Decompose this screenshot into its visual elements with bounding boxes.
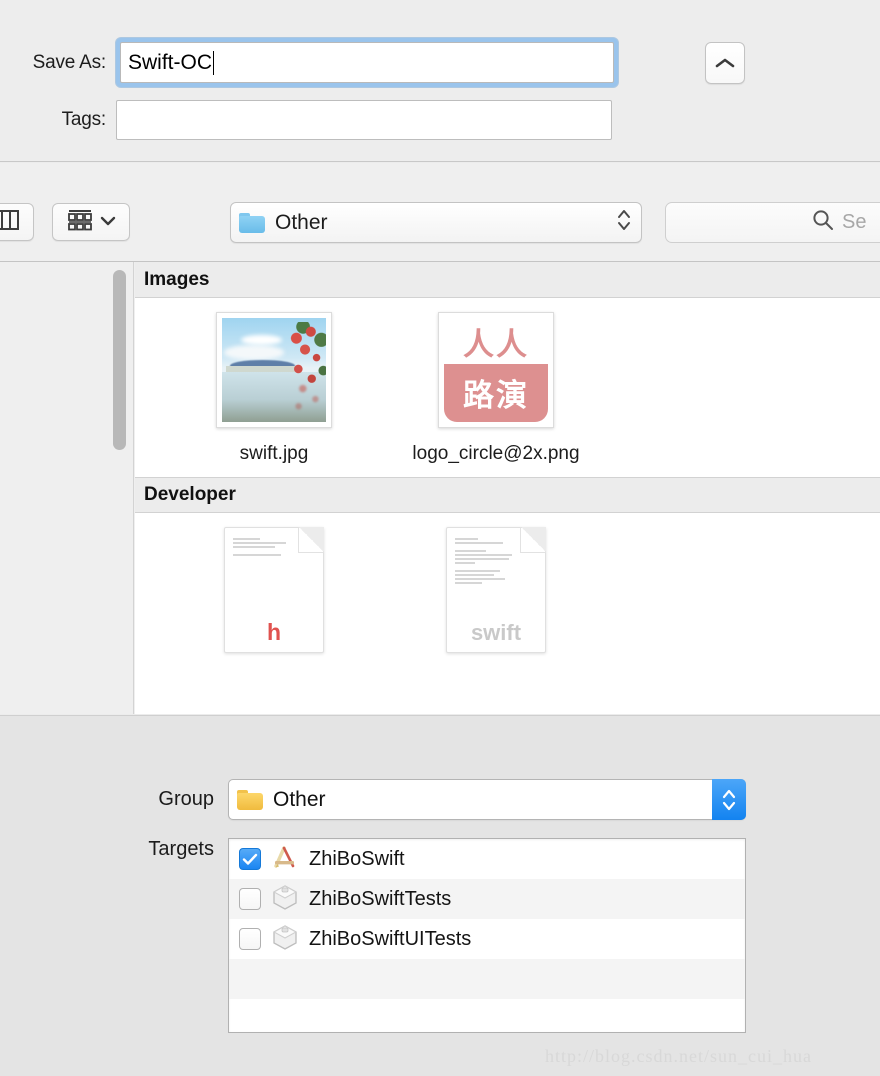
- xcode-app-icon: [271, 844, 299, 875]
- save-as-label: Save As:: [32, 51, 107, 73]
- folder-icon-yellow: [237, 789, 263, 810]
- target-checkbox[interactable]: [239, 848, 261, 870]
- target-name: ZhiBoSwift: [309, 847, 405, 870]
- tags-input[interactable]: [116, 100, 612, 140]
- location-popup-label: Other: [275, 210, 328, 234]
- group-row: Group Other: [0, 779, 746, 820]
- target-name: ZhiBoSwiftTests: [309, 887, 452, 910]
- target-checkbox[interactable]: [239, 888, 261, 910]
- save-as-focus-ring: Swift-OC: [116, 38, 618, 87]
- targets-empty-row: [229, 959, 745, 999]
- source-file-swift-icon: swift: [446, 527, 546, 653]
- section-header-images: Images: [135, 262, 880, 298]
- targets-empty-row: [229, 999, 745, 1032]
- arrange-by-button[interactable]: [52, 203, 130, 241]
- file-item-label: logo_circle@2x.png: [412, 443, 580, 464]
- browser-sidebar: [0, 262, 134, 714]
- file-browser: Images swift.jpg 人人 路演 logo_circle@2x.pn…: [0, 262, 880, 714]
- file-item[interactable]: 人人 路演 logo_circle@2x.png: [385, 312, 607, 467]
- icon-grid-developer: h swift: [135, 513, 880, 653]
- disclosure-collapse-button[interactable]: [705, 42, 745, 84]
- save-panel-header: Save As: Swift-OC Tags:: [0, 0, 880, 162]
- search-input[interactable]: Se: [665, 202, 880, 243]
- file-list-pane[interactable]: Images swift.jpg 人人 路演 logo_circle@2x.pn…: [135, 262, 880, 714]
- icon-grid-images: swift.jpg 人人 路演 logo_circle@2x.png: [135, 298, 880, 467]
- source-file-badge-swift: swift: [470, 620, 522, 645]
- targets-row: Targets ZhiBoSwift ZhiBoSwiftTests ZhiBo…: [0, 838, 746, 1033]
- group-popup-label: Other: [273, 787, 326, 811]
- save-as-row: Save As: Swift-OC: [0, 38, 618, 87]
- search-placeholder: Se: [842, 211, 867, 233]
- tags-row: Tags:: [0, 100, 612, 140]
- test-bundle-icon: [271, 924, 299, 955]
- group-label: Group: [158, 788, 214, 810]
- column-view-button[interactable]: [0, 203, 34, 241]
- target-row[interactable]: ZhiBoSwiftTests: [229, 879, 745, 919]
- target-checkbox[interactable]: [239, 928, 261, 950]
- text-caret: [213, 50, 214, 75]
- image-thumbnail-landscape: [216, 312, 332, 428]
- logo-top-text: 人人: [463, 327, 529, 363]
- folder-icon-blue: [239, 212, 265, 233]
- file-item-label: swift.jpg: [239, 443, 309, 464]
- location-popup-button[interactable]: Other: [230, 202, 642, 243]
- file-item[interactable]: h: [163, 527, 385, 653]
- targets-list[interactable]: ZhiBoSwift ZhiBoSwiftTests ZhiBoSwiftUIT…: [228, 838, 746, 1033]
- tags-label: Tags:: [61, 109, 107, 130]
- chevron-down-icon: [100, 213, 116, 231]
- target-row[interactable]: ZhiBoSwiftUITests: [229, 919, 745, 959]
- source-file-h-icon: h: [224, 527, 324, 653]
- target-row[interactable]: ZhiBoSwift: [229, 839, 745, 879]
- chevron-up-icon: [715, 57, 735, 69]
- file-item[interactable]: swift: [385, 527, 607, 653]
- vertical-scrollbar-thumb[interactable]: [113, 270, 126, 450]
- save-as-input[interactable]: Swift-OC: [120, 42, 614, 83]
- section-header-developer: Developer: [135, 477, 880, 513]
- test-bundle-icon: [271, 884, 299, 915]
- column-view-icon: [0, 209, 19, 235]
- stepper-updown-icon[interactable]: [712, 779, 746, 820]
- destination-options-panel: Group Other Targets ZhiBoSwift ZhiBoSwif…: [0, 715, 880, 1076]
- watermark-text: http://blog.csdn.net/sun_cui_hua: [545, 1046, 812, 1066]
- targets-label: Targets: [148, 838, 214, 860]
- source-file-badge-h: h: [266, 619, 282, 645]
- target-name: ZhiBoSwiftUITests: [309, 927, 472, 950]
- stepper-updown-icon: [615, 206, 633, 239]
- group-popup-button[interactable]: Other: [228, 779, 746, 820]
- file-item[interactable]: swift.jpg: [163, 312, 385, 467]
- search-icon: [812, 209, 834, 236]
- save-as-input-value: Swift-OC: [128, 50, 212, 74]
- image-thumbnail-logo: 人人 路演: [438, 312, 554, 428]
- logo-bottom-text: 路演: [444, 363, 548, 422]
- icon-view-grid-icon: [67, 209, 93, 236]
